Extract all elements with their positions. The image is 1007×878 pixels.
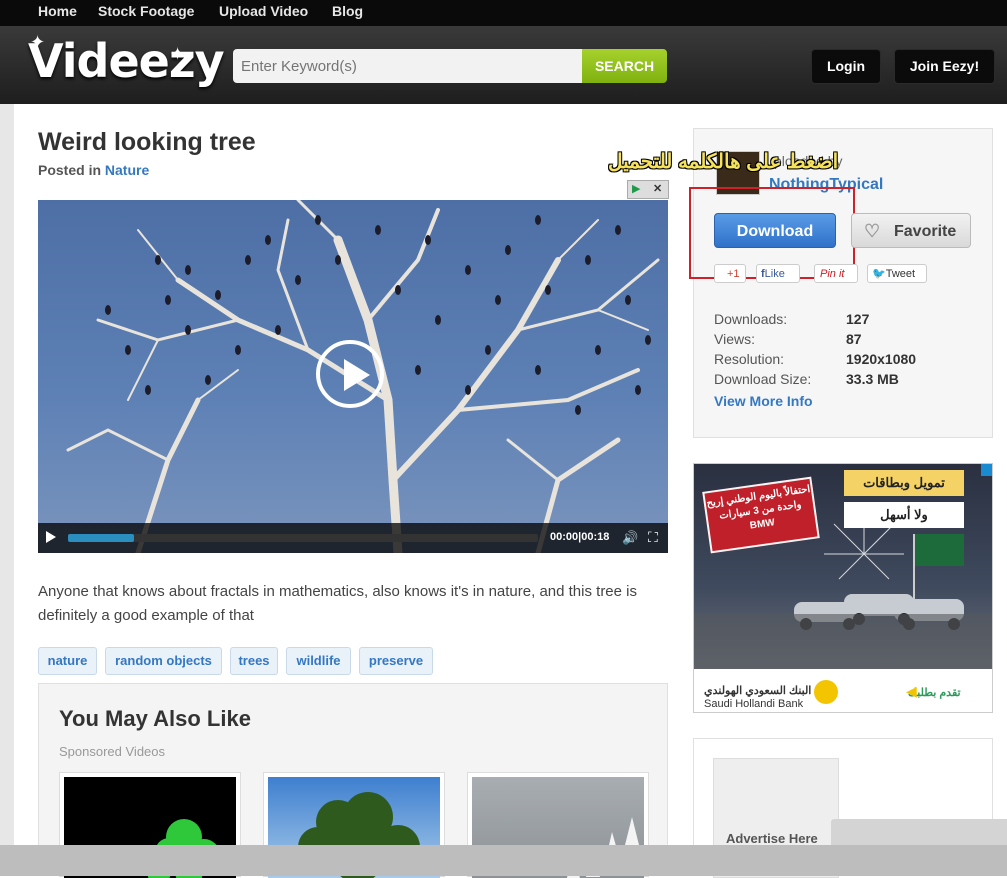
video-description: Anyone that knows about fractals in math… xyxy=(38,583,637,624)
volume-icon[interactable]: 🔊 xyxy=(622,530,638,546)
view-more-info-link[interactable]: View More Info xyxy=(714,393,813,409)
fullscreen-icon[interactable]: ⛶ xyxy=(648,529,658,546)
play-icon[interactable] xyxy=(46,531,56,543)
video-controls: 00:00|00:18 🔊 ⛶ xyxy=(38,523,668,553)
top-nav: Home Stock Footage Upload Video Blog xyxy=(0,0,1007,26)
favorite-label: Favorite xyxy=(894,223,957,240)
category-link[interactable]: Nature xyxy=(105,162,149,178)
progress-fill xyxy=(68,534,134,542)
nav-upload-video[interactable]: Upload Video xyxy=(219,3,308,19)
google-plus-button[interactable]: +1 xyxy=(714,264,746,283)
stat-value: 87 xyxy=(846,331,862,347)
sparkle-icon: ✦ xyxy=(30,32,46,52)
posted-in-label: Posted in xyxy=(38,162,102,178)
adchoices-icon[interactable] xyxy=(981,464,992,476)
login-button[interactable]: Login xyxy=(811,49,881,84)
video-time: 00:00|00:18 xyxy=(550,531,610,543)
sparkle-icon: ✦ xyxy=(170,44,186,64)
page-left-edge xyxy=(0,104,14,876)
stat-label: Downloads: xyxy=(714,311,788,327)
stat-label: Download Size: xyxy=(714,371,812,387)
join-button[interactable]: Join Eezy! xyxy=(894,49,995,84)
tag-random-objects[interactable]: random objects xyxy=(105,647,222,675)
tag-wildlife[interactable]: wildlife xyxy=(286,647,351,675)
ad-banner[interactable]: احتفالاً باليوم الوطني إربح واحدة من 3 س… xyxy=(693,463,993,713)
stat-label: Resolution: xyxy=(714,351,785,367)
facebook-like-button[interactable]: fLike xyxy=(756,264,800,283)
play-button[interactable] xyxy=(316,340,384,408)
search-input[interactable] xyxy=(233,49,583,83)
stat-value: 33.3 MB xyxy=(846,371,899,387)
twitter-bird-icon: 🐦 xyxy=(872,268,886,280)
google-plus-label: +1 xyxy=(727,268,740,280)
nav-home[interactable]: Home xyxy=(38,3,77,19)
pinterest-label: Pin it xyxy=(820,268,845,280)
ad-headline: تمويل وبطاقات ائتمانية xyxy=(844,470,964,516)
progress-track[interactable] xyxy=(68,534,538,542)
tweet-label: Tweet xyxy=(885,268,916,280)
bank-name-english: Saudi Hollandi Bank xyxy=(704,698,804,710)
site-header: Videezy ✦ ✦ SEARCH Login Join Eezy! xyxy=(0,26,1007,104)
nav-stock-footage[interactable]: Stock Footage xyxy=(98,3,194,19)
also-like-title: You May Also Like xyxy=(59,706,251,731)
ad-subheadline: ولا أسهل xyxy=(844,502,964,528)
ad-image: احتفالاً باليوم الوطني إربح واحدة من 3 س… xyxy=(694,464,992,669)
tweet-button[interactable]: 🐦Tweet xyxy=(867,264,927,283)
pinterest-button[interactable]: Pin it xyxy=(814,264,858,283)
sponsored-label: Sponsored Videos xyxy=(59,744,166,759)
adchoices-icon: ▶ xyxy=(632,183,641,195)
video-info-panel: ploaded by NothingTypical اضغط على هالكل… xyxy=(608,128,993,438)
posted-in: Posted in Nature xyxy=(38,162,149,178)
bottom-bar-tab xyxy=(831,819,1007,847)
annotation-text: اضغط على هالكلمه للتحميل xyxy=(608,151,839,173)
arrow-left-icon: ◀ xyxy=(906,683,917,699)
tag-preserve[interactable]: preserve xyxy=(359,647,433,675)
stat-label: Views: xyxy=(714,331,755,347)
videezy-logo[interactable]: Videezy xyxy=(28,34,225,88)
close-icon[interactable]: ✕ xyxy=(653,182,662,195)
tag-trees[interactable]: trees xyxy=(230,647,278,675)
facebook-icon: f xyxy=(761,268,765,280)
facebook-like-label: Like xyxy=(764,268,785,280)
stat-value: 127 xyxy=(846,311,870,327)
favorite-button[interactable]: ♡ Favorite xyxy=(851,213,971,248)
video-player[interactable]: 00:00|00:18 🔊 ⛶ xyxy=(38,200,668,553)
advertise-here-label: Advertise Here xyxy=(726,831,818,846)
bottom-bar xyxy=(0,845,1007,876)
nav-blog[interactable]: Blog xyxy=(332,3,363,19)
bank-name-arabic: البنك السعودي الهولندي xyxy=(704,685,812,697)
search-button[interactable]: SEARCH xyxy=(582,49,667,83)
ad-choices-badge[interactable]: ▶ ✕ xyxy=(627,180,669,199)
video-title: Weird looking tree xyxy=(38,128,256,156)
bank-logo-icon xyxy=(814,680,838,704)
download-button[interactable]: Download xyxy=(714,213,836,248)
tag-nature[interactable]: nature xyxy=(38,647,97,675)
heart-icon: ♡ xyxy=(864,221,881,241)
stat-value: 1920x1080 xyxy=(846,351,917,367)
